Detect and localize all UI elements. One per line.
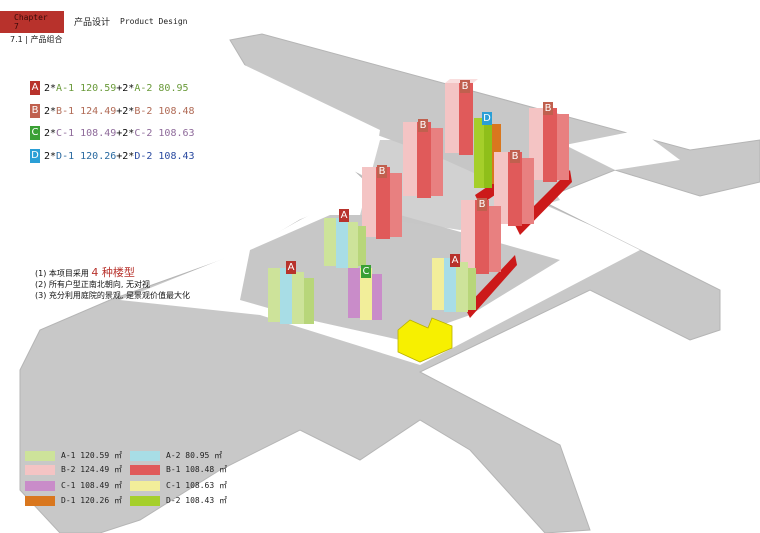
legend-swatch [130,495,160,506]
chapter-label: Chapter 7 [0,10,64,33]
combo-plus: +2* [116,150,135,162]
note-1-text: (1) 本项目采用 [35,269,89,278]
legend-swatch [25,464,55,475]
header-title-cn: 产品设计 [74,18,111,28]
legend-label: C-1 108.49 ㎡ [61,481,122,490]
legend-item: A-1 120.59 ㎡ [25,450,122,461]
map-tag-b: B [543,102,553,115]
combo-unit-1: B-1 124.49 [56,105,117,117]
combo-unit-1: A-1 120.59 [56,82,117,94]
combo-prefix: 2* [44,150,57,162]
map-tag-a: A [339,209,349,222]
combo-unit-2: A-2 80.95 [134,82,189,94]
legend-swatch [130,464,160,475]
design-notes: (1) 本项目采用 4 种楼型 (2) 所有户型正南北朝向, 无对视 (3) 充… [35,267,190,301]
tower-b-w1 [403,122,443,198]
legend-label: B-2 124.49 ㎡ [61,465,122,474]
combo-prefix: 2* [44,127,57,139]
tower-b-n2 [529,108,569,182]
combo-d: D 2* D-1 120.26 +2* D-2 108.43 [30,149,195,163]
combo-plus: +2* [116,105,135,117]
combo-tag: B [30,104,40,118]
map-tag-b: B [418,119,428,132]
combo-unit-2: C-2 108.63 [134,127,195,139]
legend-item: A-2 80.95 ㎡ [130,450,222,461]
legend-item: B-2 124.49 ㎡ [25,464,122,475]
legend-item: B-1 108.48 ㎡ [130,464,227,475]
map-tag-a: A [450,254,460,267]
combo-unit-1: D-1 120.26 [56,150,117,162]
map-tag-a: A [286,261,296,274]
legend-item: C-1 108.49 ㎡ [25,480,122,491]
legend-label: B-1 108.48 ㎡ [166,465,227,474]
legend-item: D-1 120.26 ㎡ [25,495,122,506]
legend-label: A-2 80.95 ㎡ [166,451,223,460]
combo-unit-1: C-1 108.49 [56,127,117,139]
note-2: (2) 所有户型正南北朝向, 无对视 [35,280,150,289]
note-3: (3) 充分利用庭院的景观, 是景观价值最大化 [35,291,190,300]
section-title: 7.1 | 产品组合 [10,35,63,44]
map-tag-b: B [477,198,487,211]
combo-a: A 2* A-1 120.59 +2* A-2 80.95 [30,81,189,95]
combo-tag: C [30,126,40,140]
map-tag-d: D [482,112,492,125]
legend-label: D-1 120.26 ㎡ [61,496,122,505]
combo-tag: D [30,149,40,163]
combo-tag: A [30,81,40,95]
legend-item: C-1 108.63 ㎡ [130,480,227,491]
combo-unit-2: D-2 108.43 [134,150,195,162]
combo-c: C 2* C-1 108.49 +2* C-2 108.63 [30,126,195,140]
combo-prefix: 2* [44,105,57,117]
legend-swatch [25,495,55,506]
note-1-highlight: 4 种楼型 [91,266,135,279]
combo-b: B 2* B-1 124.49 +2* B-2 108.48 [30,104,195,118]
note-1: (1) 本项目采用 4 种楼型 [35,267,190,279]
legend-item: D-2 108.43 ㎡ [130,495,227,506]
map-tag-b: B [377,165,387,178]
legend-label: C-1 108.63 ㎡ [166,481,227,490]
header-title-en: Product Design [120,17,188,26]
legend-swatch [25,480,55,491]
combo-plus: +2* [116,82,135,94]
legend-label: D-2 108.43 ㎡ [166,496,227,505]
legend-swatch [25,450,55,461]
map-tag-b: B [460,80,470,93]
legend-swatch [130,480,160,491]
map-tag-c: C [361,265,371,278]
combo-prefix: 2* [44,82,57,94]
combo-plus: +2* [116,127,135,139]
map-tag-b: B [510,150,520,163]
legend-label: A-1 120.59 ㎡ [61,451,122,460]
page-header: Chapter 7 产品设计 Product Design [0,10,188,33]
combo-unit-2: B-2 108.48 [134,105,195,117]
legend-swatch [130,450,160,461]
